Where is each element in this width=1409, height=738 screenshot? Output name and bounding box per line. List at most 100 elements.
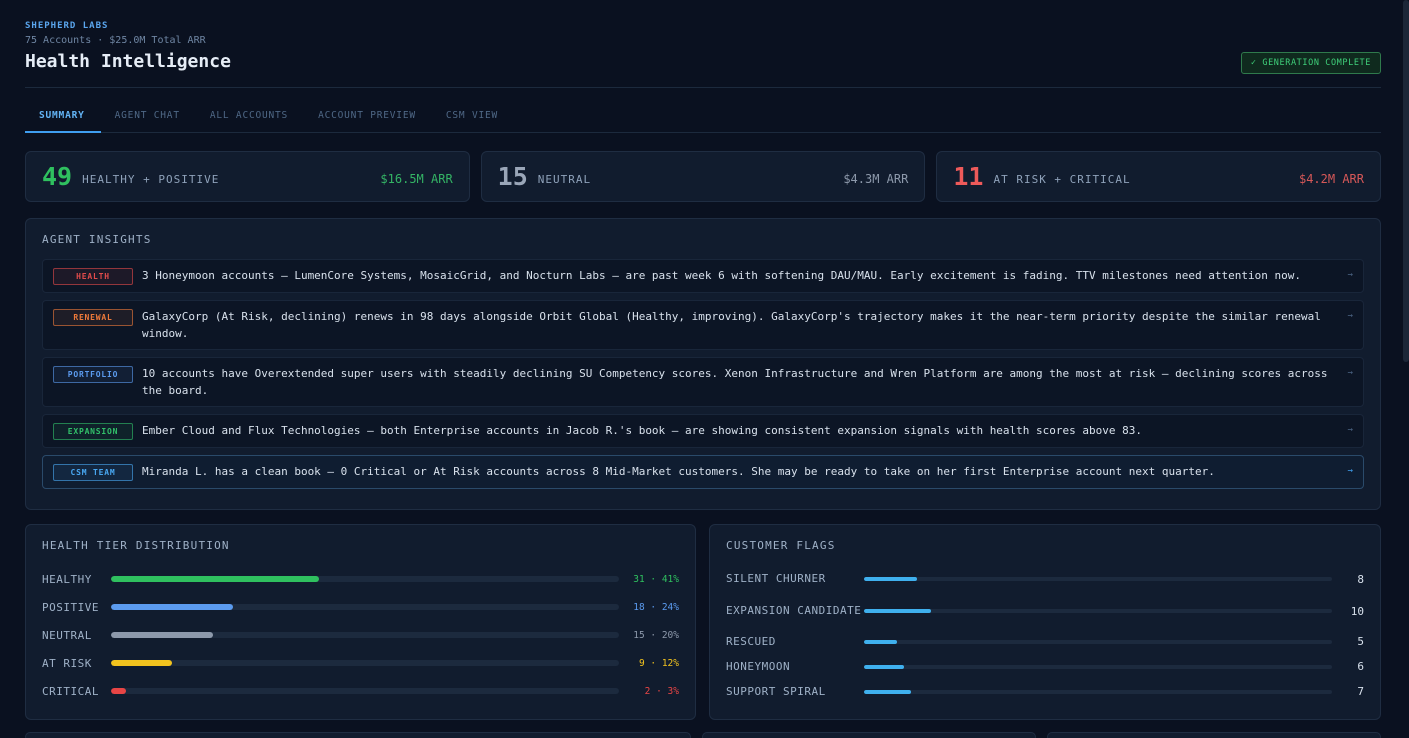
tier-list: HEALTHY 31 · 41% POSITIVE 18 · 24% NEUTRAL 15… bbox=[42, 565, 679, 705]
tab-csm-view[interactable]: CSM VIEW bbox=[432, 98, 514, 132]
tier-bar-fill bbox=[111, 660, 172, 666]
tier-value: 31 · 41% bbox=[633, 573, 679, 585]
insight-text: Ember Cloud and Flux Technologies — both… bbox=[142, 424, 1143, 437]
flag-label: SILENT CHURNER bbox=[726, 572, 826, 585]
insight-text: 10 accounts have Overextended super user… bbox=[142, 367, 1328, 397]
generation-status-badge: ✓ GENERATION COMPLETE bbox=[1240, 52, 1381, 74]
agent-insights-title: AGENT INSIGHTS bbox=[42, 233, 152, 246]
flag-label: HONEYMOON bbox=[726, 659, 791, 673]
flag-bar-fill bbox=[864, 639, 898, 644]
page-title: Health Intelligence bbox=[25, 51, 231, 72]
flag-bar-track bbox=[864, 664, 1332, 669]
account-summary-line: 75 Accounts · $25.0M Total ARR bbox=[25, 35, 206, 46]
stat-card[interactable]: 15 NEUTRAL $4.3M ARR bbox=[480, 151, 926, 202]
tier-label: POSITIVE bbox=[42, 600, 99, 614]
health-tier-title: HEALTH TIER DISTRIBUTION bbox=[42, 539, 230, 552]
tier-bar-fill bbox=[111, 632, 213, 638]
tier-label: HEALTHY bbox=[42, 572, 92, 586]
insight-tag: RENEWAL bbox=[53, 309, 133, 326]
health-tier-panel: HEALTH TIER DISTRIBUTION HEALTHY 31 · 41%… bbox=[25, 524, 696, 720]
tier-bar-track bbox=[111, 632, 619, 638]
insight-item[interactable]: PORTFOLIO 10 accounts have Overextended s… bbox=[42, 357, 1364, 407]
flag-row: SILENT CHURNER 8 bbox=[726, 565, 1364, 593]
flag-label: SUPPORT SPIRAL bbox=[726, 684, 826, 698]
arrow-right-icon[interactable]: → bbox=[1348, 267, 1353, 284]
flag-count: 6 bbox=[1357, 660, 1364, 673]
flag-count: 7 bbox=[1357, 685, 1364, 698]
stat-card[interactable]: 11 AT RISK + CRITICAL $4.2M ARR bbox=[936, 151, 1382, 202]
flag-bar-track bbox=[864, 609, 1332, 613]
flag-count: 8 bbox=[1357, 572, 1364, 586]
stat-arr: $4.3M ARR bbox=[843, 172, 909, 186]
tier-label: CRITICAL bbox=[42, 684, 99, 698]
tier-row: CRITICAL 2 · 3% bbox=[42, 677, 679, 705]
insight-item[interactable]: EXPANSION Ember Cloud and Flux Technologi… bbox=[42, 414, 1364, 448]
insight-item[interactable]: HEALTH 3 Honeymoon accounts — LumenCore S… bbox=[42, 259, 1364, 293]
stat-label: HEALTHY + POSITIVE bbox=[82, 172, 220, 186]
flag-bar-fill bbox=[864, 664, 905, 669]
tab-agent-chat[interactable]: AGENT CHAT bbox=[101, 98, 196, 132]
main-tabs: SUMMARY AGENT CHAT ALL ACCOUNTS ACCOUNT … bbox=[25, 88, 1381, 133]
app-page: SHEPHERD LABS 75 Accounts · $25.0M Total… bbox=[0, 0, 1409, 738]
flag-bar-track bbox=[864, 577, 1332, 581]
tier-value: 15 · 20% bbox=[633, 629, 679, 641]
tier-row: NEUTRAL 15 · 20% bbox=[42, 621, 679, 649]
stat-arr: $16.5M ARR bbox=[380, 172, 453, 186]
tier-row: HEALTHY 31 · 41% bbox=[42, 565, 679, 593]
tier-label: NEUTRAL bbox=[42, 628, 92, 642]
tier-bar-fill bbox=[111, 576, 320, 582]
tier-bar-fill bbox=[111, 688, 127, 694]
arrow-right-icon[interactable]: → bbox=[1348, 365, 1353, 382]
insight-text: 3 Honeymoon accounts — LumenCore Systems… bbox=[142, 269, 1301, 282]
stat-arr: $4.2M ARR bbox=[1298, 172, 1365, 186]
tier-bar-track bbox=[111, 604, 619, 610]
stat-label: AT RISK + CRITICAL bbox=[993, 172, 1131, 186]
flag-row: RESCUED 5 bbox=[726, 629, 1364, 654]
arrow-right-icon[interactable]: → bbox=[1348, 422, 1353, 439]
flag-bar-track bbox=[864, 689, 1332, 694]
tier-value: 18 · 24% bbox=[633, 601, 679, 613]
flag-count: 5 bbox=[1357, 635, 1364, 648]
tier-row: AT RISK 9 · 12% bbox=[42, 649, 679, 677]
tier-bar-track bbox=[111, 576, 619, 582]
insight-text: GalaxyCorp (At Risk, declining) renews i… bbox=[142, 310, 1321, 340]
flag-bar-fill bbox=[864, 609, 931, 613]
stat-label: NEUTRAL bbox=[537, 172, 592, 186]
flag-row: HONEYMOON 6 bbox=[726, 654, 1364, 679]
flag-bar-fill bbox=[864, 577, 918, 581]
summary-stats: 49 HEALTHY + POSITIVE $16.5M ARR 15 NEUTRAL $… bbox=[25, 151, 1382, 202]
org-name: SHEPHERD LABS bbox=[25, 21, 109, 31]
tab-summary[interactable]: SUMMARY bbox=[25, 98, 101, 133]
flag-label: RESCUED bbox=[726, 634, 776, 648]
bottom-panels: HEALTH TIER DISTRIBUTION HEALTHY 31 · 41%… bbox=[25, 524, 1381, 720]
flag-label: EXPANSION CANDIDATE bbox=[726, 604, 862, 617]
next-panel bbox=[1047, 732, 1381, 738]
stat-card[interactable]: 49 HEALTHY + POSITIVE $16.5M ARR bbox=[25, 151, 470, 202]
page-scrollbar[interactable] bbox=[1403, 0, 1409, 362]
insight-tag: EXPANSION bbox=[53, 423, 133, 440]
tier-value: 9 · 12% bbox=[638, 657, 679, 669]
tier-bar-fill bbox=[111, 604, 233, 610]
insight-item[interactable]: CSM TEAM Miranda L. has a clean book — 0 … bbox=[42, 455, 1364, 489]
tab-all-accounts[interactable]: ALL ACCOUNTS bbox=[196, 98, 304, 132]
stat-count: 15 bbox=[497, 162, 528, 191]
flag-bar-track bbox=[864, 639, 1332, 644]
insight-tag: PORTFOLIO bbox=[53, 366, 133, 383]
insight-tag: CSM TEAM bbox=[53, 464, 133, 481]
tier-bar-track bbox=[111, 688, 619, 694]
insight-item[interactable]: RENEWAL GalaxyCorp (At Risk, declining) r… bbox=[42, 300, 1364, 350]
tier-row: POSITIVE 18 · 24% bbox=[42, 593, 679, 621]
flag-bar-fill bbox=[864, 689, 911, 694]
arrow-right-icon[interactable]: → bbox=[1348, 308, 1353, 325]
tier-value: 2 · 3% bbox=[644, 685, 679, 697]
stat-count: 11 bbox=[953, 162, 984, 191]
agent-insights-panel: AGENT INSIGHTS HEALTH 3 Honeymoon account… bbox=[25, 218, 1381, 510]
flag-row: SUPPORT SPIRAL 7 bbox=[726, 679, 1364, 704]
next-panel bbox=[702, 732, 1036, 738]
insight-text: Miranda L. has a clean book — 0 Critical… bbox=[142, 465, 1215, 478]
insight-tag: HEALTH bbox=[53, 268, 133, 285]
tab-account-preview[interactable]: ACCOUNT PREVIEW bbox=[304, 98, 432, 132]
page-header: SHEPHERD LABS 75 Accounts · $25.0M Total… bbox=[25, 0, 1381, 88]
tier-label: AT RISK bbox=[42, 656, 92, 670]
arrow-right-icon[interactable]: → bbox=[1348, 463, 1353, 480]
